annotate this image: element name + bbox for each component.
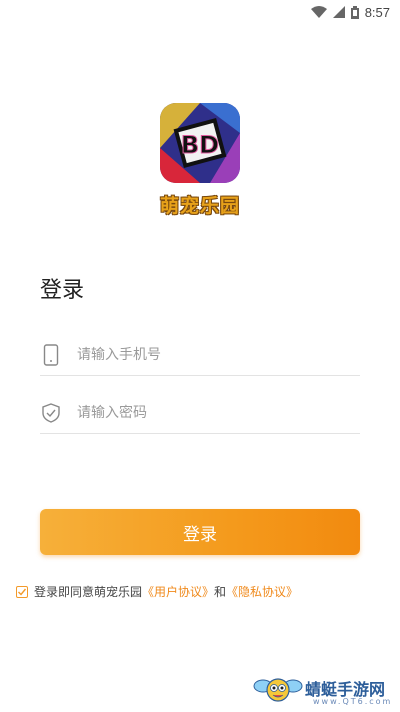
password-field-row [40, 393, 360, 434]
status-bar: 8:57 [0, 0, 400, 24]
watermark-subtitle: www.QT6.com [313, 697, 393, 706]
agreement-checkbox[interactable] [16, 585, 28, 598]
app-name: 萌宠乐园 [159, 195, 240, 217]
page-title: 登录 [40, 278, 85, 303]
logo-text: BD [181, 131, 219, 159]
check-icon [18, 588, 27, 596]
phone-input[interactable] [75, 346, 349, 364]
shield-icon [40, 401, 62, 425]
user-agreement-link[interactable]: 《用户协议》 [142, 583, 214, 600]
privacy-policy-link[interactable]: 《隐私协议》 [226, 583, 298, 600]
watermark: 蜻蜓手游网 www.QT6.com [253, 672, 393, 708]
status-time: 8:57 [364, 4, 390, 20]
wifi-icon [310, 6, 327, 18]
app-logo: BD [160, 103, 240, 183]
phone-field-row [40, 335, 360, 376]
agreement-row: 登录即同意萌宠乐园 《用户协议》 和 《隐私协议》 [16, 583, 298, 600]
signal-icon [332, 6, 345, 18]
battery-icon [350, 5, 359, 19]
password-input[interactable] [75, 404, 349, 422]
phone-icon [40, 343, 62, 367]
agreement-prefix: 登录即同意萌宠乐园 [34, 585, 143, 599]
dragonfly-mascot-icon [253, 678, 303, 702]
login-button[interactable]: 登录 [40, 509, 360, 555]
agreement-conjunction: 和 [214, 585, 227, 599]
